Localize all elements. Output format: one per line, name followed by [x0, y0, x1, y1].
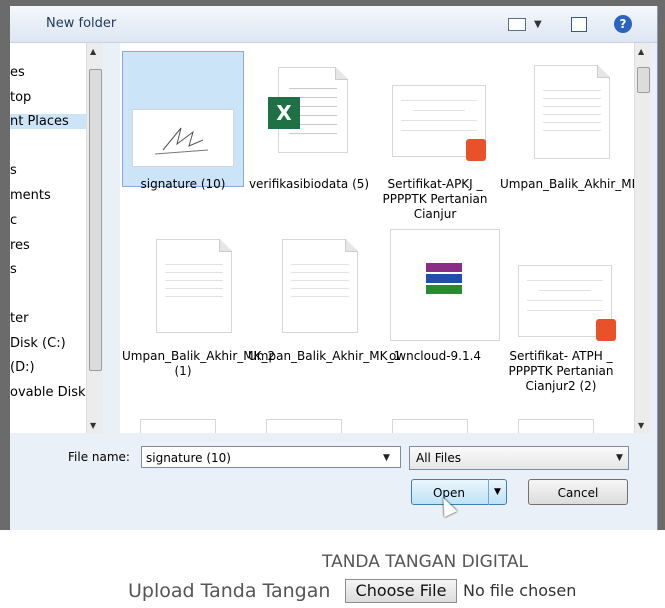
- toolbar: New folder ▼ ?: [10, 6, 657, 43]
- upload-label: Upload Tanda Tangan: [128, 580, 331, 602]
- file-label: Umpan_Balik_Akhir_MK_2 (1): [122, 349, 276, 378]
- file-label: Sertifikat- ATPH _ PPPPTK Pertanian Cian…: [508, 349, 614, 393]
- document-icon: [156, 239, 232, 333]
- nav-item-disk-c[interactable]: Disk (C:): [10, 336, 66, 351]
- nav-item[interactable]: ter: [10, 311, 28, 326]
- nav-scroll-thumb[interactable]: [89, 69, 102, 371]
- file-label: Sertifikat-APKJ _ PPPPTK Pertanian Cianj…: [382, 177, 488, 221]
- nav-item[interactable]: top: [10, 90, 31, 105]
- nav-item-disk-d[interactable]: (D:): [10, 360, 35, 375]
- nav-item-removable-disk[interactable]: ovable Disk (: [10, 385, 95, 400]
- page-title: TANDA TANGAN DIGITAL: [322, 552, 529, 572]
- signature-thumbnail: [132, 109, 234, 167]
- file-list-scroll-thumb[interactable]: [637, 67, 650, 93]
- file-label: signature (10): [140, 177, 226, 191]
- views-icon[interactable]: [508, 18, 526, 31]
- nav-item[interactable]: c: [10, 213, 17, 228]
- file-open-dialog: New folder ▼ ? es top nt Places s ments …: [10, 6, 658, 531]
- nav-item[interactable]: s: [10, 262, 17, 277]
- open-options-dropdown[interactable]: ▼: [488, 479, 506, 505]
- file-type-select[interactable]: All Files: [409, 446, 629, 470]
- file-name-input[interactable]: signature (10): [141, 446, 401, 468]
- dialog-footer: File name: signature (10) ▼ All Files ▼ …: [10, 433, 657, 530]
- pdf-badge-icon: [596, 319, 616, 341]
- preview-pane-icon[interactable]: [571, 17, 587, 32]
- pdf-badge-icon: [466, 139, 486, 161]
- scroll-up-arrow-icon[interactable]: ▲: [90, 47, 96, 56]
- chevron-down-icon[interactable]: ▼: [534, 19, 542, 37]
- nav-item[interactable]: ments: [10, 188, 51, 203]
- choose-file-button[interactable]: Choose File: [345, 579, 457, 603]
- document-icon: [534, 65, 610, 159]
- document-icon: [140, 419, 216, 433]
- document-icon: [392, 419, 468, 433]
- file-label: Umpan_Balik_Akhir_MK_3: [500, 177, 635, 191]
- nav-item[interactable]: es: [10, 65, 25, 80]
- file-list-scrollbar[interactable]: ▲ ▼: [634, 43, 651, 433]
- file-label: owncloud-9.1.4: [388, 349, 482, 363]
- chevron-down-icon[interactable]: ▼: [383, 453, 390, 463]
- document-icon: [266, 419, 342, 433]
- help-icon[interactable]: ?: [614, 15, 632, 33]
- scroll-down-arrow-icon[interactable]: ▼: [638, 421, 644, 430]
- file-label: Umpan_Balik_Akhir_MK_1: [248, 349, 402, 363]
- document-icon: [518, 419, 594, 433]
- excel-badge-icon: X: [268, 97, 300, 129]
- no-file-status: No file chosen: [463, 581, 577, 600]
- chevron-down-icon[interactable]: ▼: [616, 453, 623, 463]
- file-list: signature (10) X verifikasibiodata (5) S…: [120, 43, 635, 433]
- scroll-down-arrow-icon[interactable]: ▼: [90, 421, 96, 430]
- cancel-button[interactable]: Cancel: [528, 479, 628, 505]
- nav-item[interactable]: res: [10, 238, 30, 253]
- document-icon: [282, 239, 358, 333]
- new-folder-button[interactable]: New folder: [46, 16, 116, 31]
- file-label: verifikasibiodata (5): [248, 177, 370, 191]
- scroll-up-arrow-icon[interactable]: ▲: [638, 47, 644, 56]
- webpage-area: TANDA TANGAN DIGITAL Upload Tanda Tangan…: [0, 530, 665, 608]
- nav-scrollbar[interactable]: ▲ ▼: [86, 43, 103, 433]
- archive-icon: [426, 263, 462, 299]
- file-name-label: File name:: [68, 450, 130, 464]
- nav-item[interactable]: s: [10, 163, 17, 178]
